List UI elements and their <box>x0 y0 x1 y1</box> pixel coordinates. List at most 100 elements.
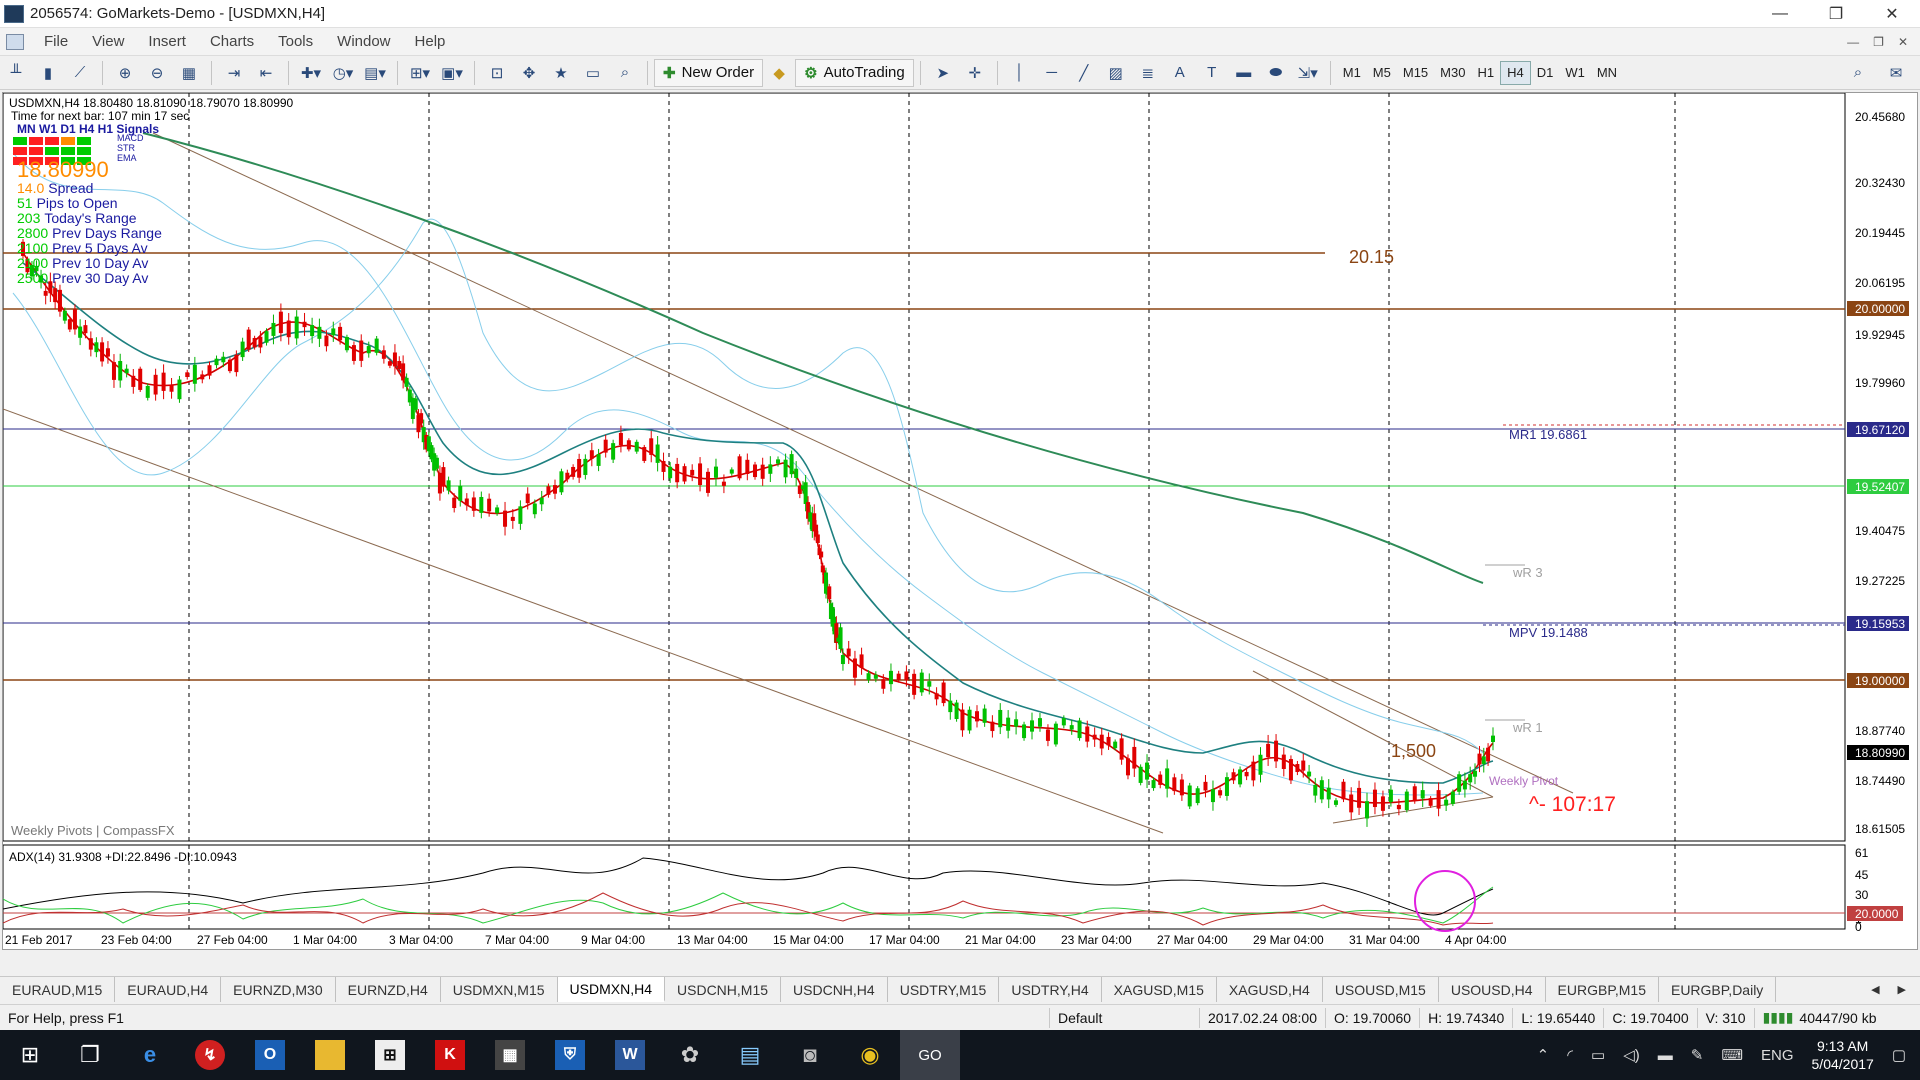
fibonacci-icon[interactable]: ≣ <box>1134 60 1162 86</box>
tf-d1[interactable]: D1 <box>1531 61 1560 85</box>
terminal-icon[interactable]: ▭ <box>579 60 607 86</box>
templates-icon[interactable]: ▤▾ <box>361 60 389 86</box>
search-icon[interactable]: ⌕ <box>1844 60 1872 86</box>
vertical-line-icon[interactable]: │ <box>1006 60 1034 86</box>
rectangle-icon[interactable]: ▬ <box>1230 60 1258 86</box>
windows-start-icon[interactable]: ⊞ <box>0 1030 60 1080</box>
tf-m5[interactable]: M5 <box>1367 61 1397 85</box>
pen-icon[interactable]: ✎ <box>1691 1046 1704 1064</box>
menu-help[interactable]: Help <box>403 33 458 50</box>
defender-icon[interactable]: ⛨ <box>540 1030 600 1080</box>
tab-usousd-h4[interactable]: USOUSD,H4 <box>1439 977 1546 1002</box>
trendline-icon[interactable]: ╱ <box>1070 60 1098 86</box>
minimize-button[interactable]: — <box>1752 5 1808 23</box>
tf-mn[interactable]: MN <box>1591 61 1623 85</box>
text-icon[interactable]: A <box>1166 60 1194 86</box>
tf-m1[interactable]: M1 <box>1337 61 1367 85</box>
battery-icon[interactable]: ▭ <box>1591 1046 1605 1064</box>
chart-shift-icon[interactable]: ⇤ <box>252 60 280 86</box>
menu-window[interactable]: Window <box>325 33 402 50</box>
periods-icon[interactable]: ◷▾ <box>329 60 357 86</box>
tf-m15[interactable]: M15 <box>1397 61 1434 85</box>
new-chart-icon[interactable]: ⊞▾ <box>406 60 434 86</box>
cursor-icon[interactable]: ➤ <box>929 60 957 86</box>
app-red-icon[interactable]: ↯ <box>180 1030 240 1080</box>
candlestick-icon[interactable]: ▮ <box>34 60 62 86</box>
tab-euraud-h4[interactable]: EURAUD,H4 <box>115 977 222 1002</box>
tab-usdcnh-h4[interactable]: USDCNH,H4 <box>781 977 888 1002</box>
edge-browser-icon[interactable]: e <box>120 1030 180 1080</box>
zoom-in-icon[interactable]: ⊕ <box>111 60 139 86</box>
tf-w1[interactable]: W1 <box>1559 61 1591 85</box>
tab-scroll-right-icon[interactable]: ▶ <box>1898 983 1906 996</box>
tab-usdmxn-h4[interactable]: USDMXN,H4 <box>557 977 666 1002</box>
tf-m30[interactable]: M30 <box>1434 61 1471 85</box>
tab-usdtry-h4[interactable]: USDTRY,H4 <box>999 977 1102 1002</box>
arrows-icon[interactable]: ⇲▾ <box>1294 60 1322 86</box>
line-chart-icon[interactable]: ⟋ <box>66 60 94 86</box>
strategy-tester-icon[interactable]: ⌕ <box>611 60 639 86</box>
tab-usousd-m15[interactable]: USOUSD,M15 <box>1323 977 1439 1002</box>
chrome-icon[interactable]: ◉ <box>840 1030 900 1080</box>
tab-eurnzd-m30[interactable]: EURNZD,M30 <box>221 977 336 1002</box>
chat-icon[interactable]: ✉ <box>1882 60 1910 86</box>
notifications-icon[interactable]: ▢ <box>1892 1046 1906 1064</box>
restore-button[interactable]: ❐ <box>1808 4 1864 24</box>
tab-eurnzd-h4[interactable]: EURNZD,H4 <box>336 977 441 1002</box>
menu-charts[interactable]: Charts <box>198 33 266 50</box>
tab-euraud-m15[interactable]: EURAUD,M15 <box>0 977 116 1002</box>
tile-windows-icon[interactable]: ▦ <box>175 60 203 86</box>
metaeditor-icon[interactable]: ◆ <box>765 60 793 86</box>
app-k-icon[interactable]: K <box>420 1030 480 1080</box>
tab-scroll-left-icon[interactable]: ◀ <box>1871 983 1879 996</box>
menu-tools[interactable]: Tools <box>266 33 325 50</box>
data-window-icon[interactable]: ✥ <box>515 60 543 86</box>
bar-chart-icon[interactable]: ╨ <box>2 60 30 86</box>
navigator-icon[interactable]: ★ <box>547 60 575 86</box>
word-icon[interactable]: W <box>600 1030 660 1080</box>
volume-icon[interactable]: ◁) <box>1623 1046 1640 1064</box>
outlook-icon[interactable]: O <box>240 1030 300 1080</box>
auto-scroll-icon[interactable]: ⇥ <box>220 60 248 86</box>
task-view-icon[interactable]: ❐ <box>60 1030 120 1080</box>
calculator-icon[interactable]: ▦ <box>480 1030 540 1080</box>
menu-view[interactable]: View <box>80 33 136 50</box>
profiles-icon[interactable]: ▣▾ <box>438 60 466 86</box>
chart-window[interactable]: 20.45680 20.32430 20.19445 20.06195 19.9… <box>2 92 1918 950</box>
camera-icon[interactable]: ◙ <box>780 1030 840 1080</box>
tab-usdcnh-m15[interactable]: USDCNH,M15 <box>665 977 782 1002</box>
gomarkets-icon[interactable]: GO <box>900 1030 960 1080</box>
menu-file[interactable]: File <box>32 33 80 50</box>
price-chart[interactable]: 20.45680 20.32430 20.19445 20.06195 19.9… <box>2 92 1917 949</box>
close-button[interactable]: ✕ <box>1864 4 1920 24</box>
child-minimize-icon[interactable]: — <box>1847 35 1859 49</box>
tab-usdtry-m15[interactable]: USDTRY,M15 <box>888 977 1000 1002</box>
autotrading-button[interactable]: ⚙ AutoTrading <box>795 58 914 87</box>
new-order-button[interactable]: ✚ New Order <box>654 58 764 87</box>
child-restore-icon[interactable]: ❐ <box>1873 35 1884 49</box>
network-app-icon[interactable]: ▤ <box>720 1030 780 1080</box>
wifi-icon[interactable]: ◜ <box>1567 1046 1573 1064</box>
tray-up-arrow-icon[interactable]: ⌃ <box>1537 1046 1550 1064</box>
status-traffic[interactable]: ▮▮▮▮ 40447/90 kb <box>1755 1008 1885 1028</box>
tf-h4[interactable]: H4 <box>1500 60 1531 85</box>
zoom-out-icon[interactable]: ⊖ <box>143 60 171 86</box>
tab-usdmxn-m15[interactable]: USDMXN,M15 <box>441 977 558 1002</box>
market-watch-icon[interactable]: ⊡ <box>483 60 511 86</box>
file-explorer-icon[interactable] <box>300 1030 360 1080</box>
child-close-icon[interactable]: ✕ <box>1898 35 1908 49</box>
power-icon[interactable]: ▬ <box>1658 1047 1673 1064</box>
tab-xagusd-m15[interactable]: XAGUSD,M15 <box>1102 977 1217 1002</box>
tab-eurgbp-m15[interactable]: EURGBP,M15 <box>1546 977 1659 1002</box>
indicators-icon[interactable]: ✚▾ <box>297 60 325 86</box>
paint-icon[interactable]: ✿ <box>660 1030 720 1080</box>
channel-icon[interactable]: ▨ <box>1102 60 1130 86</box>
tab-xagusd-h4[interactable]: XAGUSD,H4 <box>1217 977 1323 1002</box>
text-label-icon[interactable]: T <box>1198 60 1226 86</box>
keyboard-icon[interactable]: ⌨ <box>1721 1046 1743 1064</box>
store-icon[interactable]: ⊞ <box>360 1030 420 1080</box>
crosshair-icon[interactable]: ✛ <box>961 60 989 86</box>
language-indicator[interactable]: ENG <box>1761 1047 1794 1064</box>
tab-eurgbp-daily[interactable]: EURGBP,Daily <box>1659 977 1777 1002</box>
clock[interactable]: 9:13 AM 5/04/2017 <box>1812 1037 1874 1073</box>
